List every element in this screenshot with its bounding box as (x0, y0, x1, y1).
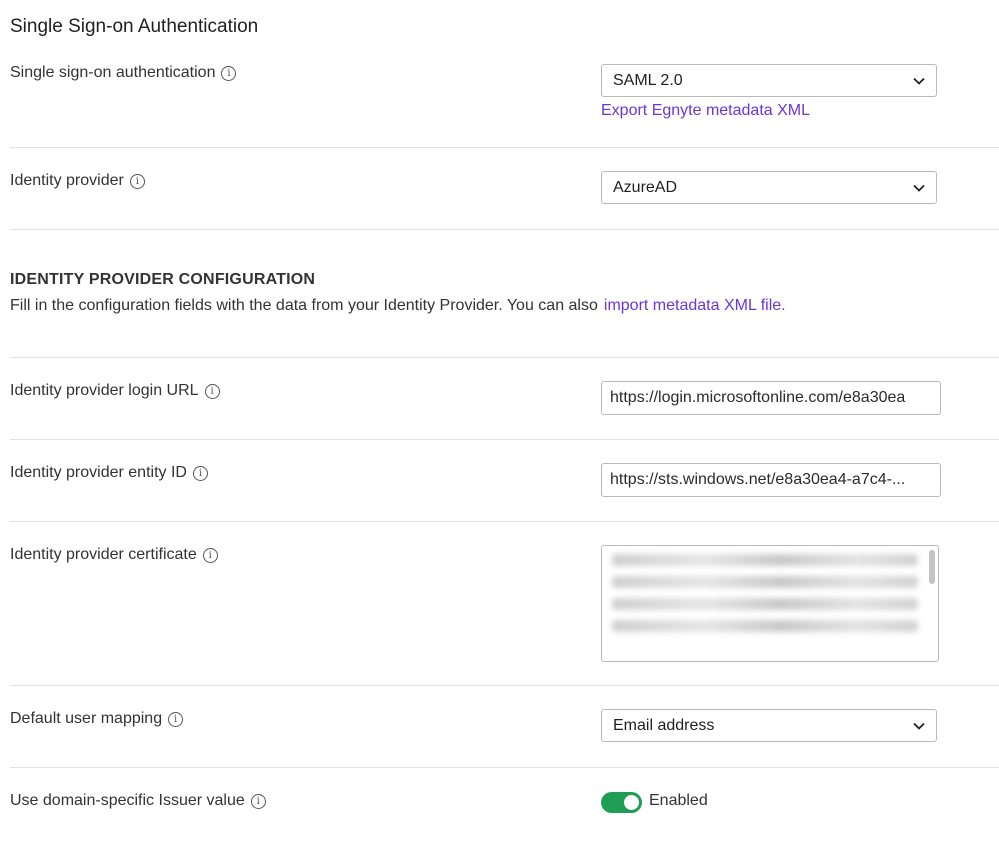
info-icon[interactable]: i (168, 711, 184, 727)
issuer-toggle[interactable] (601, 792, 642, 813)
info-icon[interactable]: i (221, 65, 237, 81)
sso-label-row: Single sign-on authentication i (10, 64, 237, 82)
entity-id-label-row: Identity provider entity ID i (10, 464, 208, 482)
divider (10, 229, 999, 230)
login-url-label: Identity provider login URL (10, 382, 199, 399)
issuer-toggle-state: Enabled (649, 792, 708, 809)
divider (10, 439, 999, 440)
issuer-label: Use domain-specific Issuer value (10, 792, 245, 809)
mapping-label: Default user mapping (10, 710, 163, 727)
info-icon[interactable]: i (250, 793, 266, 809)
chevron-down-icon (913, 77, 925, 85)
section-description: Fill in the configuration fields with th… (10, 297, 786, 315)
info-icon[interactable]: i (202, 547, 218, 563)
issuer-label-row: Use domain-specific Issuer value i (10, 792, 266, 810)
divider (10, 685, 999, 686)
page-title: Single Sign-on Authentication (10, 16, 259, 37)
idp-label: Identity provider (10, 172, 124, 189)
import-metadata-link[interactable]: import metadata XML file. (604, 297, 786, 314)
section-description-text: Fill in the configuration fields with th… (10, 297, 598, 314)
certificate-label-row: Identity provider certificate i (10, 546, 218, 564)
export-metadata-link[interactable]: Export Egnyte metadata XML (601, 102, 810, 120)
toggle-knob (624, 795, 639, 810)
mapping-label-row: Default user mapping i (10, 710, 184, 728)
certificate-textarea[interactable] (601, 545, 939, 662)
login-url-label-row: Identity provider login URL i (10, 382, 220, 400)
scrollbar[interactable] (929, 550, 935, 584)
chevron-down-icon (913, 722, 925, 730)
divider (10, 357, 999, 358)
entity-id-label: Identity provider entity ID (10, 464, 187, 481)
idp-select-value: AzureAD (613, 178, 678, 196)
info-icon[interactable]: i (129, 173, 145, 189)
info-icon[interactable]: i (192, 465, 208, 481)
divider (10, 767, 999, 768)
divider (10, 147, 999, 148)
certificate-redacted-content (612, 554, 918, 655)
mapping-select[interactable]: Email address (601, 709, 937, 742)
mapping-select-value: Email address (613, 716, 715, 734)
chevron-down-icon (913, 184, 925, 192)
idp-select[interactable]: AzureAD (601, 171, 937, 204)
sso-label: Single sign-on authentication (10, 64, 216, 81)
login-url-input[interactable] (601, 381, 941, 415)
sso-select[interactable]: SAML 2.0 (601, 64, 937, 97)
idp-label-row: Identity provider i (10, 172, 145, 190)
section-heading: IDENTITY PROVIDER CONFIGURATION (10, 271, 316, 288)
sso-select-value: SAML 2.0 (613, 71, 683, 89)
divider (10, 521, 999, 522)
info-icon[interactable]: i (204, 383, 220, 399)
certificate-label: Identity provider certificate (10, 546, 197, 563)
entity-id-input[interactable] (601, 463, 941, 497)
